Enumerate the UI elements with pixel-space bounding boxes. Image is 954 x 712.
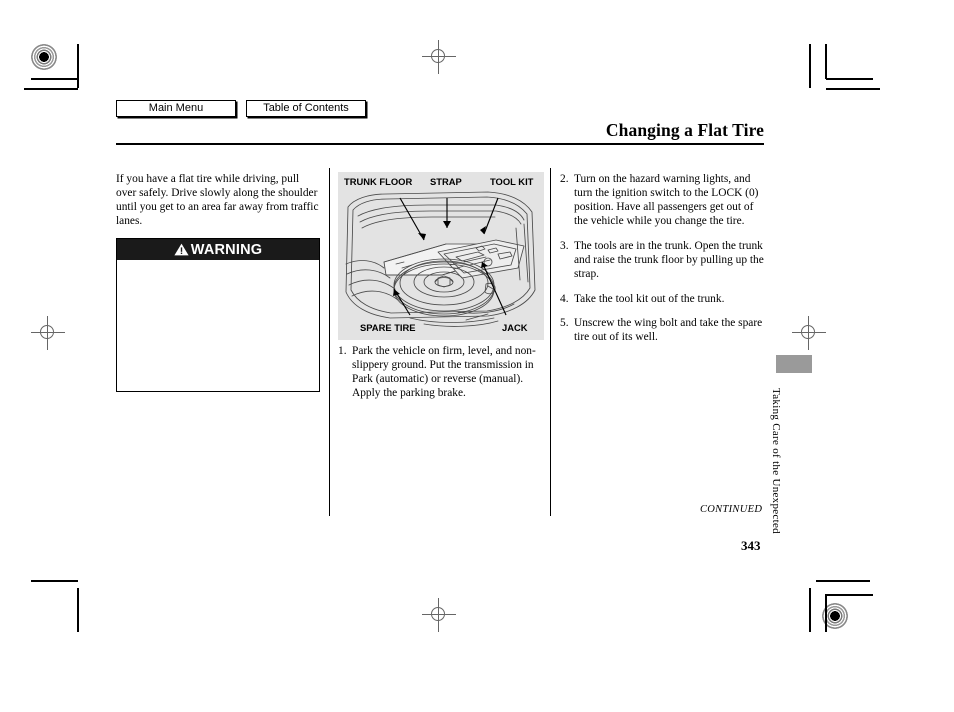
main-menu-button[interactable]: Main Menu [116,100,236,117]
crop-mark-top-left-vertical [77,44,79,88]
crop-mark-top-right-inner-vertical [825,44,827,79]
trunk-diagram: TRUNK FLOOR STRAP TOOL KIT SPARE TIRE JA… [338,172,544,340]
crop-mark-bottom-right-vertical [809,588,811,632]
page-title: Changing a Flat Tire [605,120,764,140]
table-of-contents-button[interactable]: Table of Contents [246,100,366,117]
step-item: 2. Turn on the hazard warning lights, and… [560,172,766,228]
steps-right-column: 2. Turn on the hazard warning lights, and… [560,172,766,355]
steps-middle-column: 1. Park the vehicle on firm, level, and n… [338,344,544,411]
steps-middle-list: 1. Park the vehicle on firm, level, and n… [338,344,544,400]
section-tab-marker [776,355,812,373]
step-text: The tools are in the trunk. Open the tru… [574,239,764,281]
steps-right-list: 2. Turn on the hazard warning lights, and… [560,172,766,344]
figure-label-spare-tire: SPARE TIRE [360,322,416,333]
registration-crosshair-left [31,316,65,350]
column-divider-left [329,168,330,516]
step-text: Take the tool kit out of the trunk. [574,292,725,305]
trunk-diagram-svg [338,172,544,340]
intro-paragraph: If you have a flat tire while driving, p… [116,172,321,228]
crop-mark-bottom-left-vertical [77,588,79,632]
registration-crosshair-right [792,316,826,350]
warning-body [117,260,319,412]
step-number: 1. [338,345,347,357]
intro-text: If you have a flat tire while driving, p… [116,173,319,228]
step-item: 4. Take the tool kit out of the trunk. [560,292,766,306]
crop-mark-top-right-outer [826,88,880,90]
warning-header: WARNING [117,239,319,260]
column-divider-right [550,168,551,516]
registration-target-top-left [31,44,57,70]
crop-mark-bottom-right-horizontal [826,594,873,596]
crop-mark-top-left-outer [24,88,78,90]
step-item: 5. Unscrew the wing bolt and take the spa… [560,316,766,344]
title-rule [116,143,764,145]
warning-box: WARNING [116,238,320,392]
figure-label-jack: JACK [502,322,528,333]
crop-mark-bottom-right-outer [816,580,870,582]
crop-mark-top-left-horizontal [31,78,78,80]
step-item: 3. The tools are in the trunk. Open the t… [560,239,766,281]
registration-crosshair-top-center [422,40,456,74]
step-number: 3. [560,239,569,252]
figure-label-tool-kit: TOOL KIT [490,176,534,187]
step-number: 4. [560,292,569,305]
step-number: 5. [560,317,569,330]
step-text: Park the vehicle on firm, level, and non… [352,345,536,400]
step-item: 1. Park the vehicle on firm, level, and n… [338,344,544,400]
continued-label: CONTINUED [700,504,763,515]
page-number: 343 [741,538,761,553]
step-text: Turn on the hazard warning lights, and t… [574,173,759,228]
figure-label-trunk-floor: TRUNK FLOOR [344,176,413,187]
figure-label-strap: STRAP [430,176,462,187]
section-title-vertical: Taking Care of the Unexpected [770,388,782,534]
registration-crosshair-bottom-center [422,598,456,632]
step-text: Unscrew the wing bolt and take the spare… [574,317,763,344]
step-number: 2. [560,173,569,185]
crop-mark-bottom-right-inner-vertical [825,594,827,632]
warning-label: WARNING [190,241,263,258]
crop-mark-top-right-horizontal [826,78,873,80]
crop-mark-bottom-left-horizontal [31,580,78,582]
crop-mark-top-right-vertical [809,44,811,88]
warning-triangle-icon [174,243,189,256]
